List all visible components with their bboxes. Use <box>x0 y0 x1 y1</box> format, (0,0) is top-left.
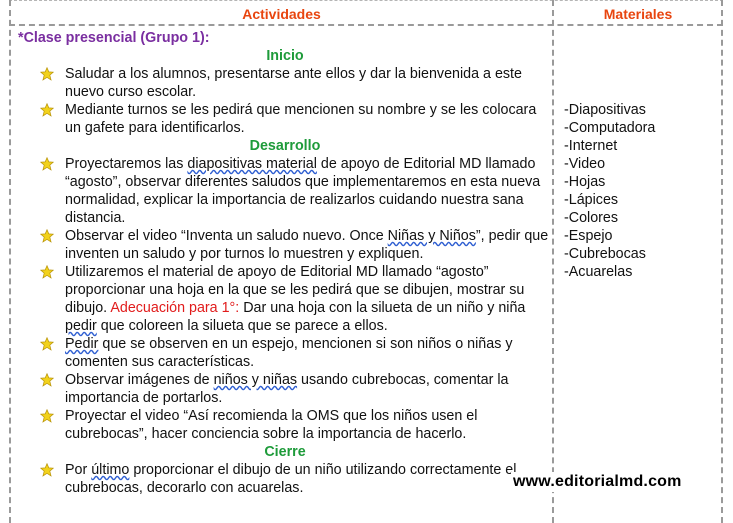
item-text: proporcionar el dibujo de un niño utiliz… <box>65 462 517 496</box>
material-item: -Diapositivas <box>564 102 646 118</box>
list-item: Mediante turnos se les pedirá que mencio… <box>18 101 552 137</box>
adaptation-label: Adecuación para 1°: <box>110 300 240 316</box>
spellcheck-text: último <box>91 462 130 478</box>
lesson-plan-page: Actividades Materiales *Clase presencial… <box>0 0 733 523</box>
materials-header: Materiales <box>603 6 673 22</box>
group-title: *Clase presencial (Grupo 1): <box>18 30 210 46</box>
cierre-list: Por último proporcionar el dibujo de un … <box>18 461 552 497</box>
star-bullet-icon <box>40 409 54 423</box>
activities-content: *Clase presencial (Grupo 1): Inicio Salu… <box>18 29 552 497</box>
section-desarrollo: Desarrollo <box>249 138 321 154</box>
activities-header: Actividades <box>242 6 321 22</box>
spellcheck-text: pedir <box>65 318 97 334</box>
star-bullet-icon <box>40 229 54 243</box>
section-cierre: Cierre <box>264 444 306 460</box>
list-item: Proyectar el video “Así recomienda la OM… <box>18 407 552 443</box>
material-item: -Video <box>564 156 606 172</box>
inicio-list: Saludar a los alumnos, presentarse ante … <box>18 65 552 137</box>
item-text: Proyectar el video “Así recomienda la OM… <box>65 408 478 442</box>
star-bullet-icon <box>40 67 54 81</box>
star-bullet-icon <box>40 373 54 387</box>
item-text: Dar una hoja con la silueta de un niño y… <box>239 300 526 316</box>
material-item: -Computadora <box>564 120 656 136</box>
spellcheck-text: Pedir <box>65 336 99 352</box>
list-item: Observar el video “Inventa un saludo nue… <box>18 227 552 263</box>
material-item: -Cubrebocas <box>564 246 646 262</box>
item-text: que se observen en un espejo, mencionen … <box>65 336 513 370</box>
list-item: Saludar a los alumnos, presentarse ante … <box>18 65 552 101</box>
list-item: Proyectaremos las diapositivas material … <box>18 155 552 227</box>
star-bullet-icon <box>40 463 54 477</box>
section-inicio: Inicio <box>266 48 304 64</box>
item-text: que coloreen la silueta que se parece a … <box>96 318 388 334</box>
item-text: Mediante turnos se les pedirá que mencio… <box>65 102 537 136</box>
item-text: Observar el video “Inventa un saludo nue… <box>65 228 388 244</box>
star-bullet-icon <box>40 337 54 351</box>
star-bullet-icon <box>40 103 54 117</box>
header-divider <box>9 24 723 26</box>
watermark-text: www.editorialmd.com <box>511 472 684 492</box>
material-item: -Hojas <box>564 174 606 190</box>
spellcheck-text: niños y niñas <box>213 372 298 388</box>
list-item: Observar imágenes de niños y niñas usand… <box>18 371 552 407</box>
list-item: Por último proporcionar el dibujo de un … <box>18 461 552 497</box>
list-item: Utilizaremos el material de apoyo de Edi… <box>18 263 552 335</box>
item-text: Proyectaremos las <box>65 156 188 172</box>
material-item: -Internet <box>564 138 618 154</box>
material-item: -Acuarelas <box>564 264 633 280</box>
desarrollo-list: Proyectaremos las diapositivas material … <box>18 155 552 443</box>
material-item: -Lápices <box>564 192 619 208</box>
spellcheck-text: diapositivas material <box>187 156 317 172</box>
list-item: Pedir que se observen en un espejo, menc… <box>18 335 552 371</box>
materials-list: -Diapositivas -Computadora -Internet -Vi… <box>564 101 655 281</box>
item-text: Por <box>65 462 92 478</box>
star-bullet-icon <box>40 265 54 279</box>
item-text: Saludar a los alumnos, presentarse ante … <box>65 66 522 100</box>
star-bullet-icon <box>40 157 54 171</box>
spellcheck-text: Niñas y Niños <box>387 228 476 244</box>
item-text: Observar imágenes de <box>65 372 214 388</box>
material-item: -Espejo <box>564 228 613 244</box>
material-item: -Colores <box>564 210 619 226</box>
